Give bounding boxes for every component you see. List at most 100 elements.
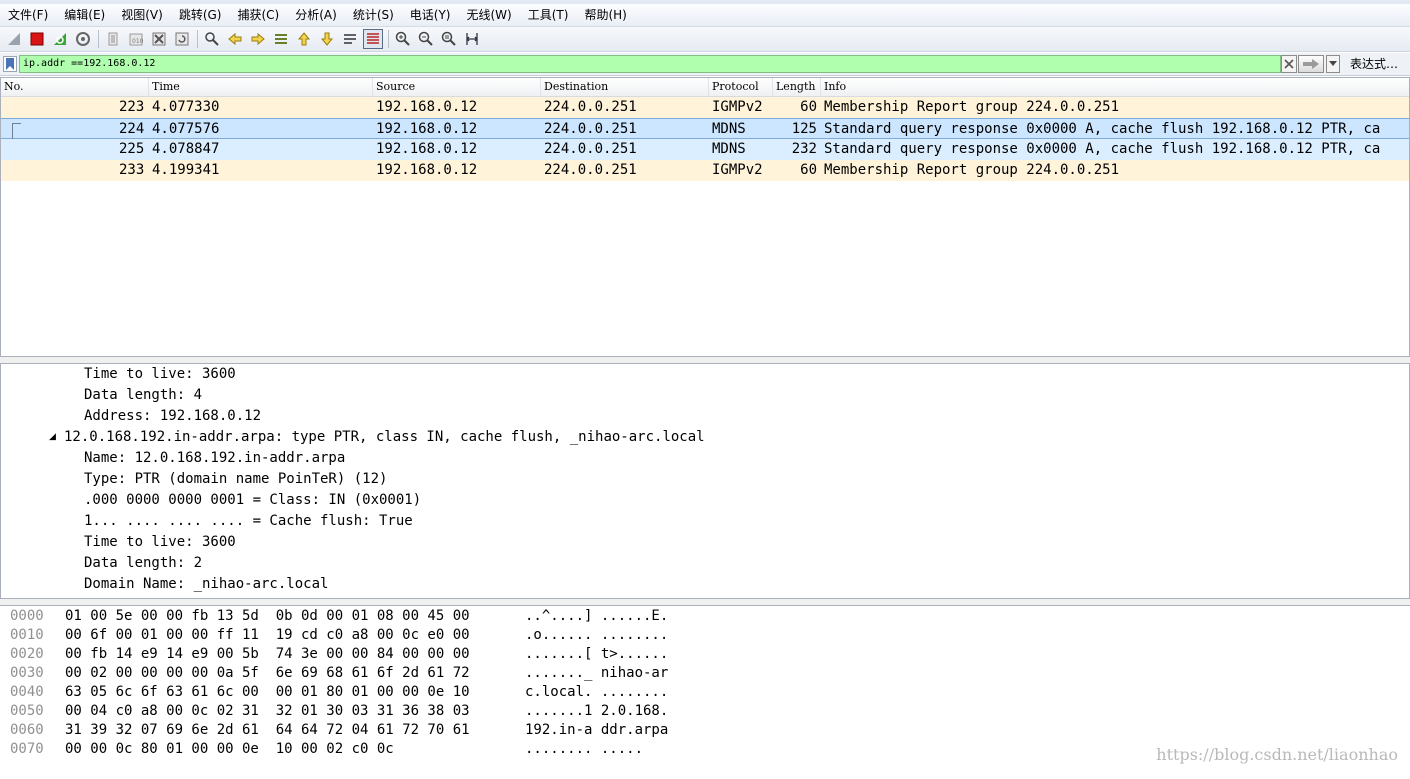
normal-size-icon[interactable] [439,29,459,49]
bytes-offset: 0070 [10,741,44,757]
menu-bar: 文件(F) 编辑(E) 视图(V) 跳转(G) 捕获(C) 分析(A) 统计(S… [0,4,1410,27]
cell-destination: 224.0.0.251 [544,141,637,157]
cell-info: Membership Report group 224.0.0.251 [824,162,1120,178]
cell-destination: 224.0.0.251 [544,99,637,115]
menu-file[interactable]: 文件(F) [0,4,56,26]
bytes-offset: 0040 [10,684,44,700]
tree-item[interactable]: Data length: 2 [84,553,202,574]
bytes-hex[interactable]: 31 39 32 07 69 6e 2d 61 64 64 72 04 61 7… [65,721,470,740]
capture-options-icon[interactable] [73,29,93,49]
watermark: https://blog.csdn.net/liaonhao [1156,745,1398,764]
colorize-icon[interactable] [363,29,383,49]
cell-protocol: IGMPv2 [712,162,763,178]
column-header-time[interactable]: Time [149,78,373,96]
menu-go[interactable]: 跳转(G) [171,4,230,26]
bytes-hex[interactable]: 00 02 00 00 00 00 0a 5f 6e 69 68 61 6f 2… [65,664,470,683]
tree-item[interactable]: .000 0000 0000 0001 = Class: IN (0x0001) [84,490,421,511]
table-row-selected[interactable]: 224 4.077576 192.168.0.12 224.0.0.251 MD… [1,118,1409,154]
close-file-icon[interactable] [149,29,169,49]
main-toolbar: 0101 [0,27,1410,52]
tree-item[interactable]: Type: PTR (domain name PoinTeR) (12) [84,469,387,490]
go-forward-icon[interactable] [248,29,268,49]
cell-info: Standard query response 0x0000 A, cache … [824,141,1381,157]
cell-source: 192.168.0.12 [376,162,478,178]
bytes-offset: 0020 [10,646,44,662]
bytes-offset: 0000 [10,608,44,624]
column-header-length[interactable]: Length [773,78,821,96]
cell-protocol: MDNS [712,141,746,157]
cell-source: 192.168.0.12 [376,99,478,115]
tree-item[interactable]: Time to live: 3600 [84,364,236,385]
bytes-hex[interactable]: 00 04 c0 a8 00 0c 02 31 32 01 30 03 31 3… [65,702,470,721]
resize-columns-icon[interactable] [462,29,482,49]
menu-view[interactable]: 视图(V) [113,4,171,26]
menu-help[interactable]: 帮助(H) [576,4,634,26]
bytes-offset: 0030 [10,665,44,681]
tree-expand-arrow-icon[interactable]: ◢ [49,427,56,448]
bytes-hex[interactable]: 00 6f 00 01 00 00 ff 11 19 cd c0 a8 00 0… [65,626,470,645]
tree-item[interactable]: Time to live: 3600 [84,532,236,553]
menu-statistics[interactable]: 统计(S) [345,4,402,26]
toolbar-separator [98,30,99,48]
bookmark-icon[interactable] [3,56,17,72]
open-file-icon[interactable] [103,29,123,49]
menu-telephony[interactable]: 电话(Y) [402,4,459,26]
tree-item[interactable]: Data length: 4 [84,385,202,406]
bytes-ascii[interactable]: .......[ t>...... [525,645,668,664]
menu-analyze[interactable]: 分析(A) [287,4,345,26]
display-filter-input[interactable]: ip.addr ==192.168.0.12 [19,55,1281,73]
table-row[interactable]: 225 4.078847 192.168.0.12 224.0.0.251 MD… [1,139,1409,160]
cell-no: 233 [119,162,145,178]
column-header-protocol[interactable]: Protocol [709,78,773,96]
table-row[interactable]: 223 4.077330 192.168.0.12 224.0.0.251 IG… [1,97,1409,118]
cell-info: Standard query response 0x0000 A, cache … [824,121,1381,137]
apply-filter-icon[interactable] [1298,55,1324,73]
bytes-ascii[interactable]: 192.in-a ddr.arpa [525,721,668,740]
go-back-icon[interactable] [225,29,245,49]
cell-no: 223 [119,99,145,115]
tree-item[interactable]: 1... .... .... .... = Cache flush: True [84,511,413,532]
expression-button[interactable]: 表达式… [1350,55,1398,73]
bytes-hex[interactable]: 00 00 0c 80 01 00 00 0e 10 00 02 c0 0c [65,740,394,759]
bytes-hex[interactable]: 01 00 5e 00 00 fb 13 5d 0b 0d 00 01 08 0… [65,607,470,626]
menu-wireless[interactable]: 无线(W) [459,4,520,26]
find-packet-icon[interactable] [202,29,222,49]
chevron-down-icon[interactable] [1326,55,1340,73]
clear-filter-icon[interactable] [1281,55,1297,73]
start-capture-icon[interactable] [4,29,24,49]
bytes-ascii[interactable]: ..^....] ......E. [525,607,668,626]
tree-item-expanded[interactable]: 12.0.168.192.in-addr.arpa: type PTR, cla… [64,427,705,448]
last-packet-icon[interactable] [317,29,337,49]
column-header-source[interactable]: Source [373,78,541,96]
cell-no: 225 [119,141,145,157]
tree-item[interactable]: Address: 192.168.0.12 [84,406,261,427]
toolbar-separator [197,30,198,48]
tree-item[interactable]: Domain Name: _nihao-arc.local [84,574,328,595]
column-header-no[interactable]: No. [1,78,149,96]
auto-scroll-icon[interactable] [340,29,360,49]
go-to-packet-icon[interactable] [271,29,291,49]
cell-no: 224 [119,121,145,137]
menu-tools[interactable]: 工具(T) [520,4,577,26]
save-file-icon[interactable]: 0101 [126,29,146,49]
zoom-out-icon[interactable] [416,29,436,49]
column-header-destination[interactable]: Destination [541,78,709,96]
bytes-hex[interactable]: 00 fb 14 e9 14 e9 00 5b 74 3e 00 00 84 0… [65,645,470,664]
zoom-in-icon[interactable] [393,29,413,49]
table-row[interactable]: 233 4.199341 192.168.0.12 224.0.0.251 IG… [1,160,1409,181]
column-header-info[interactable]: Info [821,78,1409,96]
cell-protocol: IGMPv2 [712,99,763,115]
bytes-ascii[interactable]: ......._ nihao-ar [525,664,668,683]
bytes-ascii[interactable]: .......1 2.0.168. [525,702,668,721]
stop-capture-icon[interactable] [27,29,47,49]
menu-capture[interactable]: 捕获(C) [229,4,287,26]
reload-file-icon[interactable] [172,29,192,49]
bytes-ascii[interactable]: ........ ..... [525,740,643,759]
tree-item[interactable]: Name: 12.0.168.192.in-addr.arpa [84,448,345,469]
bytes-ascii[interactable]: .o...... ........ [525,626,668,645]
menu-edit[interactable]: 编辑(E) [56,4,113,26]
restart-capture-icon[interactable] [50,29,70,49]
first-packet-icon[interactable] [294,29,314,49]
bytes-ascii[interactable]: c.local. ........ [525,683,668,702]
bytes-hex[interactable]: 63 05 6c 6f 63 61 6c 00 00 01 80 01 00 0… [65,683,470,702]
